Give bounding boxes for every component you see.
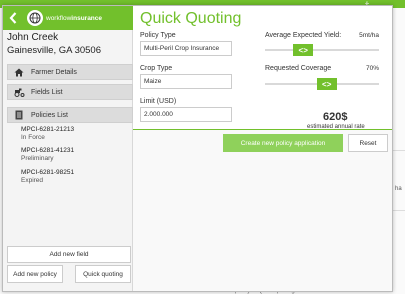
sidebar-item-label: Policies List: [31, 111, 68, 119]
sidebar-item-policies-list[interactable]: Policies List: [7, 107, 133, 123]
coverage-label: Requested Coverage: [265, 65, 332, 72]
yield-slider-track[interactable]: [265, 49, 379, 51]
tractor-icon: [12, 88, 26, 97]
coverage-value: 70%: [365, 65, 379, 72]
policy-status: In Force: [21, 134, 45, 141]
background-divider: [392, 150, 405, 151]
limit-label: Limit (USD): [140, 98, 177, 105]
background-ghost-text: ha: [395, 186, 402, 192]
policy-item[interactable]: MPCI-6281-98251 Expired: [21, 169, 131, 185]
add-field-button[interactable]: Add new field: [7, 246, 131, 263]
app-window: workflowinsurance John Creek Gainesville…: [2, 5, 393, 292]
create-policy-application-button[interactable]: Create new policy application: [223, 134, 343, 152]
crop-type-label: Crop Type: [140, 65, 173, 72]
policy-id: MPCI-6281-41231: [21, 147, 75, 154]
sidebar-item-farmer-details[interactable]: Farmer Details: [7, 64, 133, 80]
yield-value: 5mt/ha: [359, 32, 379, 39]
sidebar-item-label: Fields List: [31, 88, 63, 96]
limit-input[interactable]: 2.000.000: [140, 107, 232, 122]
coverage-slider-thumb[interactable]: <>: [316, 78, 337, 90]
back-button[interactable]: [3, 6, 23, 30]
quote-form: Quick Quoting Policy Type Multi-Peril Cr…: [133, 6, 392, 130]
sidebar-actions: Add new policy Quick quoting: [7, 265, 131, 283]
yield-label: Average Expected Yield:: [265, 32, 342, 39]
policy-id: MPCI-6281-98251: [21, 169, 75, 176]
chevron-left-icon: [9, 12, 17, 24]
sidebar-header: workflowinsurance: [3, 6, 133, 30]
brand-logo: workflowinsurance: [27, 10, 102, 26]
brand-name-bold: insurance: [71, 14, 103, 22]
reset-button[interactable]: Reset: [348, 134, 388, 152]
home-icon: [12, 68, 26, 77]
client-address: Gainesville, GA 30506: [7, 45, 102, 56]
policy-type-label: Policy Type: [140, 32, 176, 39]
background-divider: [392, 210, 405, 211]
page-title: Quick Quoting: [140, 10, 242, 27]
crop-type-select[interactable]: Maize: [140, 74, 232, 89]
sidebar-item-label: Farmer Details: [31, 68, 77, 76]
sidebar-item-fields-list[interactable]: Fields List: [7, 84, 133, 100]
quick-quoting-panel: Quick Quoting Policy Type Multi-Peril Cr…: [133, 6, 392, 291]
brand-name: workflowinsurance: [46, 15, 102, 22]
quick-quoting-button[interactable]: Quick quoting: [75, 265, 131, 283]
quote-actions-area: [133, 130, 392, 291]
estimated-rate-value: 620$: [323, 111, 348, 123]
policy-item[interactable]: MPCI-6281-21213 In Force: [21, 126, 131, 142]
add-policy-button[interactable]: Add new policy: [7, 265, 63, 283]
policy-type-select[interactable]: Multi-Peril Crop Insurance: [140, 41, 232, 56]
sidebar: workflowinsurance John Creek Gainesville…: [3, 6, 133, 291]
document-icon: [12, 110, 26, 120]
policy-id: MPCI-6281-21213: [21, 126, 75, 133]
globe-icon: [27, 10, 43, 26]
brand-name-light: workflow: [46, 14, 72, 22]
policy-status: Expired: [21, 177, 44, 184]
yield-slider-thumb[interactable]: <>: [293, 44, 314, 56]
client-name: John Creek: [7, 32, 59, 43]
policy-item[interactable]: MPCI-6281-41231 Preliminary: [21, 147, 131, 163]
policy-status: Preliminary: [21, 155, 54, 162]
